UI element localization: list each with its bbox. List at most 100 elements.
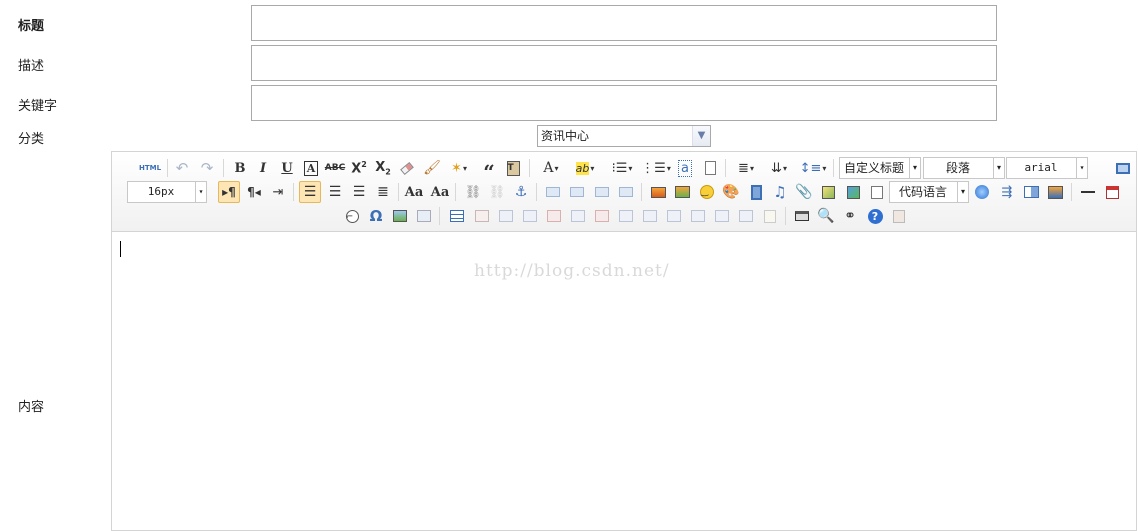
insert-time-button[interactable]: ⌐ [341, 205, 363, 227]
word-image-button[interactable] [389, 205, 411, 227]
unordered-list-button[interactable]: ⋮☰ [641, 157, 671, 179]
music-icon: ♫ [773, 183, 787, 201]
insert-date-button[interactable] [1101, 181, 1123, 203]
font-color-button[interactable]: A [536, 157, 566, 179]
chart-button[interactable] [759, 205, 781, 227]
paste-plain-button[interactable]: T [502, 157, 524, 179]
link-button[interactable]: ⛓ [462, 181, 484, 203]
paperclip-icon: 📎 [795, 184, 813, 200]
web-app-button[interactable] [971, 181, 993, 203]
insert-paragraph-before-table-button[interactable] [495, 205, 517, 227]
subscript-button[interactable]: X2 [372, 157, 394, 179]
page-break-button[interactable]: ⇶ [996, 181, 1018, 203]
insert-video-button[interactable] [745, 181, 767, 203]
scrawl-button[interactable]: 🎨 [720, 181, 742, 203]
template-button[interactable] [1020, 181, 1042, 203]
redo-button[interactable]: ↷ [196, 157, 218, 179]
snapscreen-button[interactable] [413, 205, 435, 227]
split-to-cells-button[interactable] [687, 205, 709, 227]
new-document-button[interactable] [699, 157, 721, 179]
insert-code-button[interactable] [866, 181, 888, 203]
merge-cells-button[interactable] [615, 205, 637, 227]
indent-button[interactable]: ⇥ [267, 181, 289, 203]
background-button[interactable] [1044, 181, 1066, 203]
font-border-button[interactable]: A [300, 157, 322, 179]
superscript-button[interactable]: X2 [348, 157, 370, 179]
merge-down-button[interactable] [663, 205, 685, 227]
paragraph-select[interactable]: 段落 ▾ [923, 157, 1005, 179]
direction-ltr-button[interactable]: ▸¶ [218, 181, 240, 203]
merge-right-button[interactable] [639, 205, 661, 227]
to-uppercase-button[interactable]: Aa [403, 181, 425, 203]
source-html-button[interactable]: HTML [138, 157, 162, 179]
anchor-button[interactable]: ⚓ [510, 181, 532, 203]
underline-button[interactable]: U [276, 157, 298, 179]
format-painter-button[interactable]: 🖌 [421, 157, 443, 179]
category-select[interactable]: 资讯中心 ▼ [537, 125, 711, 147]
insert-image-button[interactable] [647, 181, 669, 203]
gmap-button[interactable] [817, 181, 839, 203]
highlight-color-button[interactable]: ab [570, 157, 600, 179]
code-language-select[interactable]: 代码语言 ▾ [889, 181, 969, 203]
image-center-button[interactable] [615, 181, 637, 203]
row-spacing-top-button[interactable]: a [674, 157, 696, 179]
magnifier-icon: 🔍 [817, 208, 835, 224]
insert-table-button[interactable] [446, 205, 468, 227]
image-none-button[interactable] [542, 181, 564, 203]
strikethrough-button[interactable]: ABC [324, 157, 346, 179]
align-right-button[interactable]: ☰ [348, 181, 370, 203]
direction-rtl-button[interactable]: ¶◂ [243, 181, 265, 203]
split-to-rows-button[interactable] [711, 205, 733, 227]
insert-frame-button[interactable] [842, 181, 864, 203]
align-center-button[interactable]: ☰ [324, 181, 346, 203]
to-lowercase-button[interactable]: Aa [429, 181, 451, 203]
music-button[interactable]: ♫ [769, 181, 791, 203]
drafts-button[interactable] [888, 205, 910, 227]
remove-format-button[interactable] [396, 157, 418, 179]
horizontal-rule-button[interactable] [1077, 181, 1099, 203]
description-input[interactable] [251, 45, 997, 81]
custom-heading-select[interactable]: 自定义标题 ▾ [839, 157, 921, 179]
search-replace-button[interactable]: ⚭ [839, 205, 861, 227]
blockquote-button[interactable]: “ [478, 157, 500, 182]
undo-button[interactable]: ↶ [171, 157, 193, 179]
omega-icon: Ω [369, 207, 383, 225]
editor-content-area[interactable]: http://blog.csdn.net/ [112, 233, 1136, 530]
bold-button[interactable]: B [229, 157, 251, 179]
keywords-input[interactable] [251, 85, 997, 121]
align-justify-button[interactable]: ≣ [372, 181, 394, 203]
insert-column-icon [571, 210, 585, 222]
delete-row-button[interactable] [543, 205, 565, 227]
ordered-list-button[interactable]: ⁝☰ [607, 157, 637, 179]
auto-format-button[interactable]: ✶ [445, 157, 473, 179]
highlight-icon: ab [575, 161, 590, 175]
toolbar-separator [833, 159, 834, 177]
fullscreen-button[interactable] [1112, 157, 1134, 179]
font-size-select[interactable]: 16px ▾ [127, 181, 207, 203]
multi-image-button[interactable] [671, 181, 693, 203]
print-button[interactable] [791, 205, 813, 227]
help-button[interactable]: ? [864, 205, 886, 227]
multi-image-icon [674, 186, 690, 198]
italic-button[interactable]: I [252, 157, 274, 179]
chevron-down-icon: ▾ [195, 182, 206, 202]
row-spacing-bottom-button[interactable]: ⇊ [764, 157, 794, 179]
delete-table-button[interactable] [471, 205, 493, 227]
unlink-button[interactable]: ⛓ [486, 181, 508, 203]
split-to-cols-button[interactable] [735, 205, 757, 227]
title-input[interactable] [251, 5, 997, 41]
line-height-button[interactable]: ↕≡ [798, 157, 828, 179]
image-right-button[interactable] [591, 181, 613, 203]
special-chars-button[interactable]: Ω [365, 205, 387, 227]
paragraph-spacing-button[interactable]: ≣ [731, 157, 761, 179]
align-left-button[interactable]: ☰ [299, 181, 321, 203]
word-image-icon [393, 210, 407, 222]
font-family-select[interactable]: arial ▾ [1006, 157, 1088, 179]
emotion-button[interactable]: ‿ [696, 181, 718, 203]
insert-column-button[interactable] [567, 205, 589, 227]
delete-column-button[interactable] [591, 205, 613, 227]
preview-button[interactable]: 🔍 [815, 205, 837, 227]
insert-row-button[interactable] [519, 205, 541, 227]
image-left-button[interactable] [566, 181, 588, 203]
attachment-button[interactable]: 📎 [793, 181, 815, 203]
